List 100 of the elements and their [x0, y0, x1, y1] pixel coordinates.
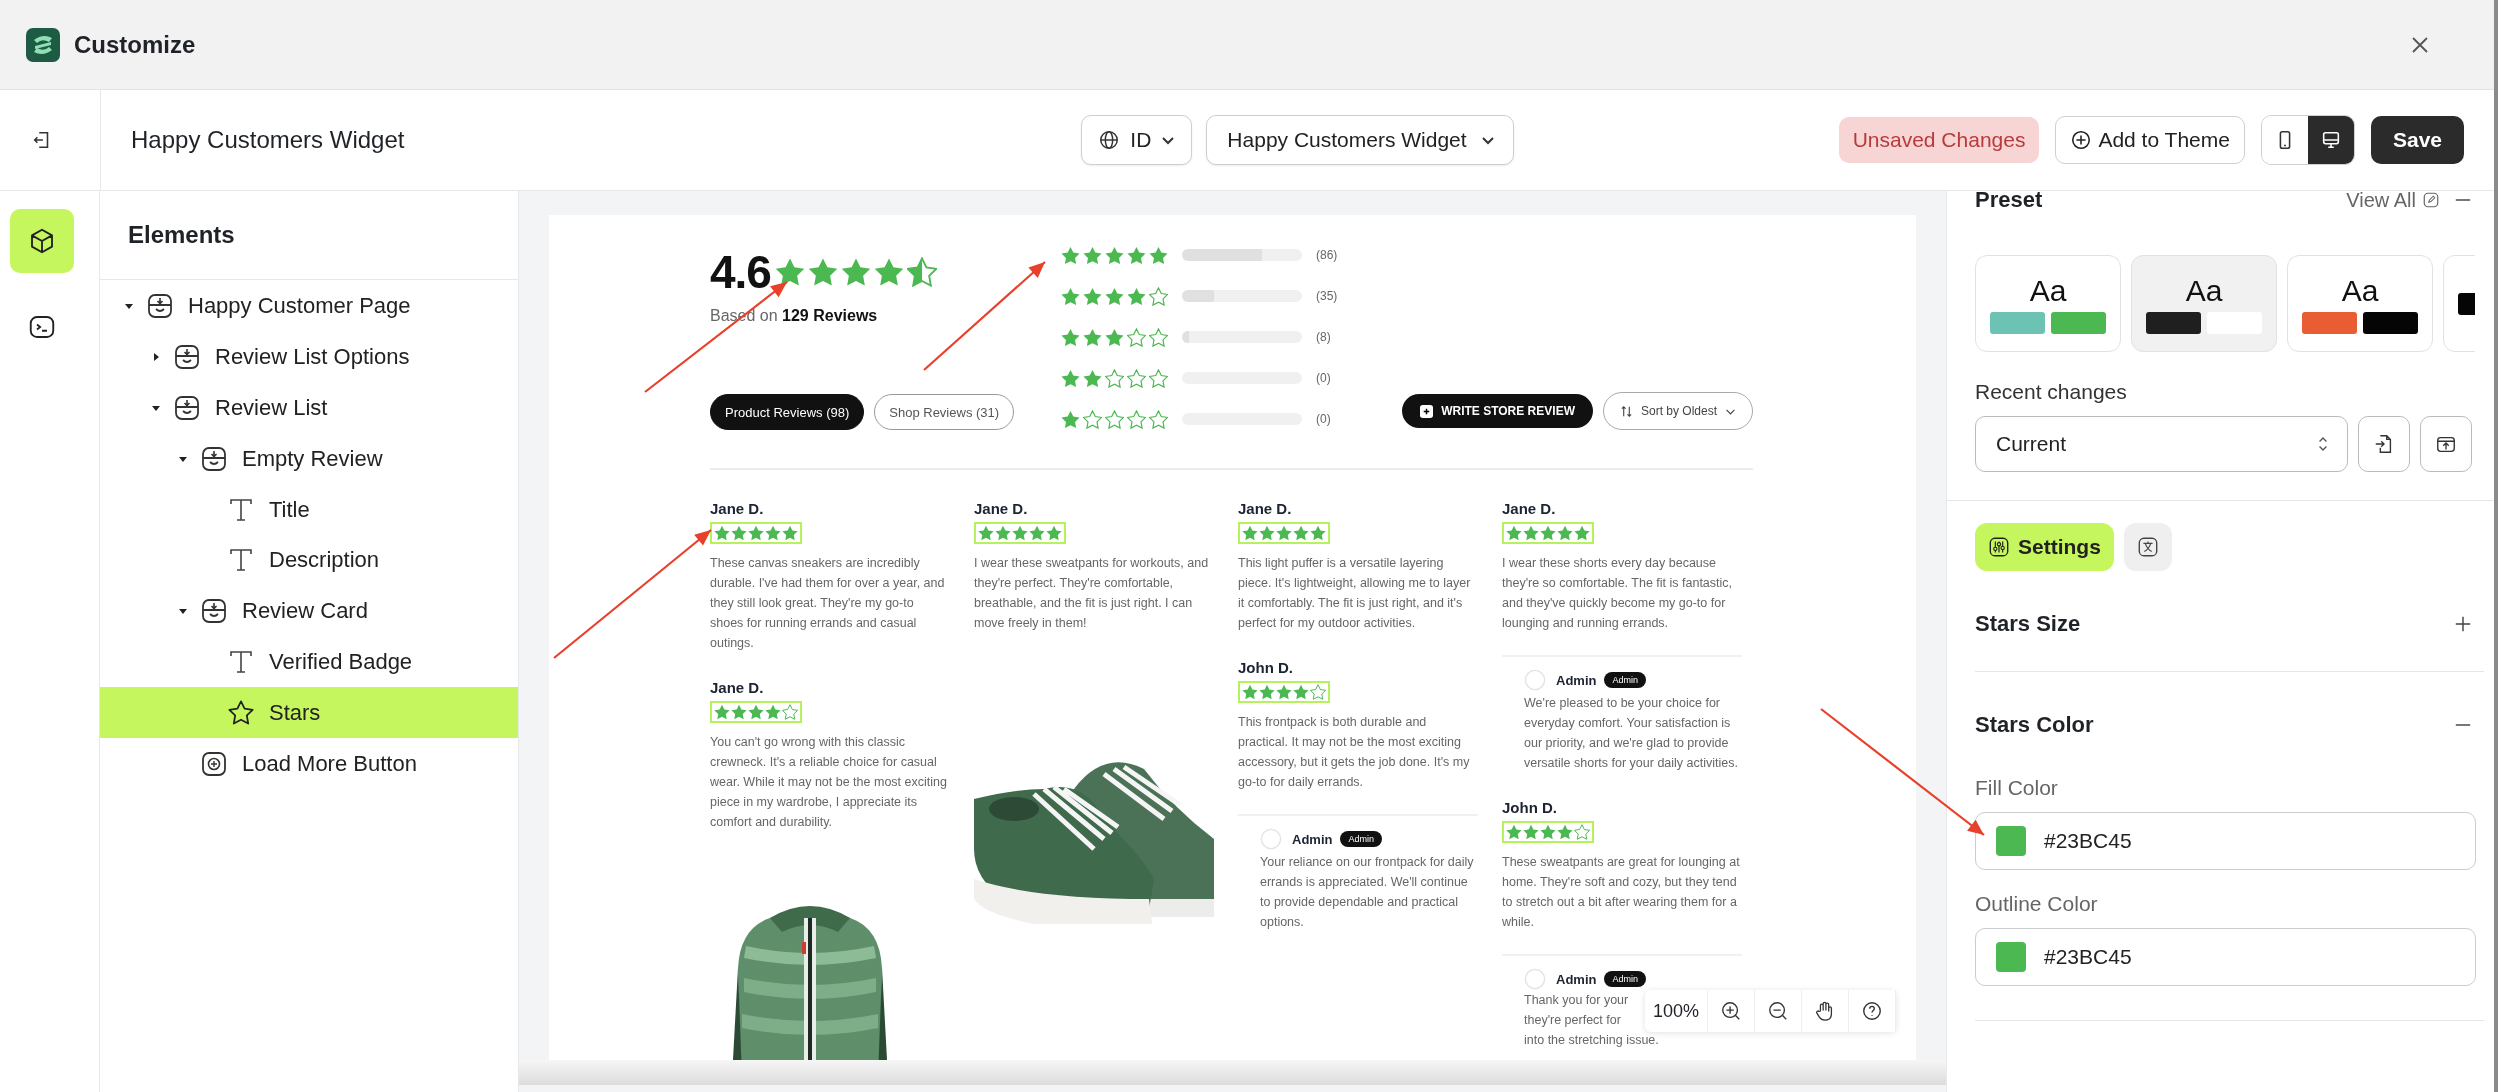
star-icon	[1523, 525, 1539, 541]
elements-tab[interactable]	[9, 209, 74, 273]
language-dropdown[interactable]: ID	[1081, 115, 1193, 165]
star-icon	[1046, 525, 1062, 541]
star-icon	[1293, 525, 1309, 541]
zoom-in-button[interactable]	[1708, 990, 1755, 1032]
field-label: Recent changes	[1975, 380, 2128, 404]
preset-sample: Aa	[2029, 273, 2067, 308]
zoom-out-button[interactable]	[1755, 990, 1802, 1032]
layout-icon	[200, 597, 228, 626]
star-icon	[1557, 824, 1573, 840]
color-field[interactable]: #23BC45	[1975, 812, 2476, 870]
button-icon	[200, 749, 228, 778]
star-icon	[1259, 684, 1275, 700]
star-icon	[1083, 368, 1102, 388]
star-icon	[1127, 409, 1146, 429]
add-to-theme-button[interactable]: Add to Theme	[2055, 116, 2245, 164]
review-text: These sweatpants are great for lounging at home. They're soft and cozy, but they tend to stretch out a bit after wearing them for a while.	[1502, 854, 1741, 931]
star-icon	[807, 257, 838, 287]
tree-item[interactable]: Stars	[100, 687, 518, 739]
expand-icon[interactable]	[2454, 615, 2472, 633]
star-icon	[1540, 525, 1556, 541]
logo	[26, 27, 60, 62]
sort-dropdown[interactable]: Sort by Oldest	[1602, 392, 1753, 430]
star-icon	[978, 525, 994, 541]
tree-item[interactable]: Title	[100, 484, 518, 535]
rating-count: (86)	[1316, 248, 1338, 262]
star-icon	[1276, 525, 1292, 541]
preset-card[interactable]: Aa	[2287, 255, 2433, 352]
tree-item[interactable]: Load More Button	[100, 738, 518, 789]
help-button[interactable]	[1849, 990, 1896, 1032]
tree-item[interactable]: Verified Badge	[100, 636, 518, 688]
updown-icon	[2317, 435, 2329, 453]
star-icon	[1105, 245, 1124, 265]
star-icon	[1506, 525, 1522, 541]
field-label: Outline Color	[1975, 892, 2099, 916]
settings-tab[interactable]: Settings	[1975, 523, 2114, 571]
export-button[interactable]	[2420, 416, 2472, 472]
review-tab[interactable]: Product Reviews (98)	[710, 394, 865, 430]
history-select[interactable]: Current	[1975, 416, 2348, 472]
color-field[interactable]: #23BC45	[1975, 928, 2476, 986]
star-icon	[227, 698, 255, 727]
reply-text: Thank you for your	[1524, 992, 1629, 1009]
tree-item[interactable]: Empty Review	[100, 433, 518, 485]
review-text: This frontpack is both durable and practical. It may not be the most exciting accessory, but it gets the job done. It's my go-to for daily errands.	[1238, 714, 1471, 791]
hand-tool-button[interactable]	[1802, 990, 1849, 1032]
review-text: You can't go wrong with this classic crewneck. It's a reliable choice for casual wear. While it may not be the most exciting piece in my wardrobe, I appreciate its comfort and durability.	[710, 734, 948, 831]
rating-count: (8)	[1316, 330, 1331, 344]
sliders-icon	[1988, 536, 2010, 558]
tree-item[interactable]: Review Card	[100, 585, 518, 637]
tree-item[interactable]: Description	[100, 535, 518, 586]
zoom-out-icon	[1767, 1000, 1789, 1022]
star-icon	[1127, 368, 1146, 388]
star-icon	[782, 525, 798, 541]
preset-card[interactable]: Aa	[2131, 255, 2277, 352]
star-icon	[1242, 525, 1258, 541]
caret-icon[interactable]	[151, 403, 161, 413]
reviewer-name: Jane D.	[974, 500, 1029, 517]
star-icon	[714, 704, 730, 720]
preset-card[interactable]: Aa	[1975, 255, 2121, 352]
star-icon	[1574, 525, 1590, 541]
translate-tab[interactable]	[2123, 523, 2172, 571]
color-swatch[interactable]	[1996, 942, 2026, 972]
star-icon	[1242, 684, 1258, 700]
caret-icon[interactable]	[151, 352, 161, 363]
tree-item[interactable]: Review List Options	[100, 331, 518, 383]
review-text: This light puffer is a versatile layering piece. It's lightweight, allowing me to layer it comfortably. The fit is just right, and it's perfect for my outdoor activities.	[1238, 555, 1472, 632]
reviewer-name: Jane D.	[710, 500, 765, 517]
import-button[interactable]	[2358, 416, 2410, 472]
desktop-view-button[interactable]	[2307, 116, 2354, 164]
star-icon	[1083, 286, 1102, 306]
reply-author: Admin	[1292, 831, 1333, 847]
layout-icon	[173, 394, 201, 422]
save-button[interactable]: Save	[2370, 116, 2464, 164]
color-swatch[interactable]	[1996, 826, 2026, 856]
star-icon	[1149, 327, 1168, 347]
star-icon	[1061, 286, 1080, 306]
avatar-icon	[1524, 968, 1546, 990]
widget-dropdown[interactable]: Happy Customers Widget	[1206, 115, 1514, 165]
close-icon	[2410, 34, 2430, 55]
section-title: Preset	[1975, 187, 2043, 213]
star-icon	[1127, 327, 1146, 347]
review-tab[interactable]: Shop Reviews (31)	[874, 394, 1015, 430]
star-icon	[765, 704, 781, 720]
tree-item[interactable]: Happy Customer Page	[100, 281, 518, 332]
write-review-button[interactable]: WRITE STORE REVIEW	[1402, 394, 1593, 428]
avatar-icon	[1524, 669, 1546, 691]
plus-square-icon	[1420, 404, 1434, 418]
panel-title: Elements	[100, 191, 518, 280]
tree-item[interactable]: Review List	[100, 382, 518, 434]
star-icon	[731, 525, 747, 541]
star-icon	[1012, 525, 1028, 541]
review-text: These canvas sneakers are incredibly durable. I've had them for over a year, and they still look great. They're my go-to shoes for running errands and casual outings.	[710, 555, 946, 652]
star-icon	[1540, 824, 1556, 840]
star-icon	[748, 525, 764, 541]
star-icon	[731, 704, 747, 720]
star-icon	[1105, 327, 1124, 347]
view-all-link[interactable]: View All	[2346, 188, 2440, 212]
star-icon	[1149, 368, 1168, 388]
star-icon	[1506, 824, 1522, 840]
